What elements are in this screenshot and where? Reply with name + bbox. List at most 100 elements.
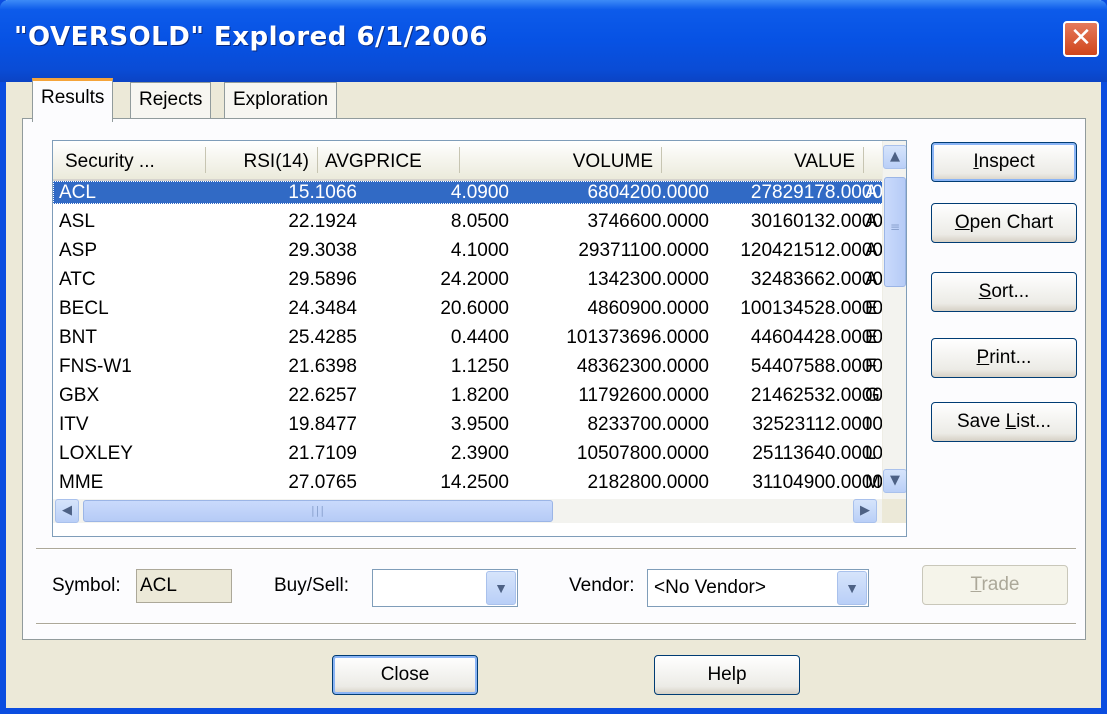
- buysell-dropdown-button[interactable]: ▼: [486, 571, 516, 605]
- table-cell-avgprice: 14.2500: [440, 472, 509, 493]
- table-cell-rsi: 24.3484: [288, 298, 357, 319]
- column-header-security[interactable]: Security ...: [59, 141, 209, 179]
- results-table[interactable]: Security ... RSI(14) AVGPRICE VOLUME VAL…: [52, 140, 907, 537]
- tab-results-label: Results: [41, 87, 105, 108]
- trade-label-post: rade: [981, 574, 1020, 595]
- tab-exploration-label: Exploration: [233, 89, 329, 110]
- horizontal-scrollbar[interactable]: ◀ ||| ▶: [53, 499, 882, 523]
- table-cell-avgprice: 3.9500: [450, 414, 509, 435]
- explore-results-dialog: "OVERSOLD" Explored 6/1/2006 ✕ Results R…: [0, 0, 1107, 714]
- table-row[interactable]: ATC 29.5896 24.2000 1342300.0000 32483662.00…: [53, 268, 888, 291]
- column-header-rsi[interactable]: RSI(14): [209, 141, 315, 179]
- table-cell-value: 32483662.0000: [750, 269, 883, 290]
- column-header-volume[interactable]: VOLUME: [461, 141, 659, 179]
- close-button[interactable]: Close: [332, 655, 478, 695]
- table-cell-security: ACL: [59, 182, 96, 203]
- table-row[interactable]: BECL 24.3484 20.6000 4860900.0000 100134528.…: [53, 297, 888, 320]
- table-cell-avgprice: 4.0900: [450, 182, 509, 203]
- table-cell-rsi: 21.6398: [288, 356, 357, 377]
- tab-rejects[interactable]: Rejects: [130, 82, 212, 120]
- table-row[interactable]: LOXLEY 21.7109 2.3900 10507800.0000 25113640…: [53, 442, 888, 465]
- table-cell-value: 100134528.0000: [740, 298, 883, 319]
- open-chart-accel: O: [954, 212, 970, 233]
- print-accel: P: [976, 347, 990, 368]
- table-row[interactable]: BNT 25.4285 0.4400 101373696.0000 44604428.0…: [53, 326, 888, 349]
- scroll-left-button[interactable]: ◀: [55, 499, 79, 523]
- vendor-dropdown-button[interactable]: ▼: [837, 571, 867, 605]
- table-cell-volume: 48362300.0000: [576, 356, 709, 377]
- window-title: "OVERSOLD" Explored 6/1/2006: [14, 22, 489, 52]
- table-cell-avgprice: 4.1000: [450, 240, 509, 261]
- vendor-select[interactable]: <No Vendor> ▼: [647, 569, 869, 607]
- table-row[interactable]: FNS-W1 21.6398 1.1250 48362300.0000 54407588…: [53, 355, 888, 378]
- vendor-value: <No Vendor>: [654, 577, 766, 598]
- table-cell-security: MME: [59, 472, 104, 493]
- print-label-post: rint...: [989, 347, 1032, 368]
- table-cell-security: LOXLEY: [59, 443, 133, 464]
- title-bar: "OVERSOLD" Explored 6/1/2006 ✕: [0, 0, 1107, 82]
- table-cell-avgprice: 1.8200: [450, 385, 509, 406]
- table-row[interactable]: GBX 22.6257 1.8200 11792600.0000 21462532.00…: [53, 384, 888, 407]
- symbol-field: ACL: [136, 569, 232, 603]
- scroll-up-button[interactable]: ▲: [883, 145, 906, 169]
- table-cell-rsi: 21.7109: [288, 443, 357, 464]
- horizontal-scroll-thumb[interactable]: |||: [83, 500, 553, 522]
- table-cell-value: 21462532.0000: [750, 385, 883, 406]
- table-cell-value: 31104900.0000: [752, 472, 883, 493]
- chevron-down-icon: ▼: [890, 473, 900, 488]
- chevron-down-icon: ▼: [494, 580, 508, 596]
- column-header-value[interactable]: VALUE: [663, 141, 861, 179]
- table-cell-value: 54407588.0000: [750, 356, 883, 377]
- table-cell-avgprice: 24.2000: [440, 269, 509, 290]
- save-list-accel: L: [1005, 411, 1017, 432]
- trade-button[interactable]: Trade: [922, 565, 1068, 605]
- open-chart-button[interactable]: Open Chart: [931, 203, 1077, 243]
- buysell-select[interactable]: ▼: [372, 569, 518, 607]
- table-cell-volume: 29371100.0000: [578, 240, 709, 261]
- table-cell-security: GBX: [59, 385, 100, 406]
- table-cell-security: ASL: [59, 211, 95, 232]
- tab-exploration[interactable]: Exploration: [224, 82, 338, 120]
- vertical-scrollbar[interactable]: ▲ ≡ ▼: [882, 141, 906, 513]
- table-cell-security: BECL: [59, 298, 109, 319]
- sort-button[interactable]: Sort...: [931, 272, 1077, 312]
- scrollbar-corner: [882, 499, 906, 523]
- table-cell-security: ASP: [59, 240, 98, 261]
- column-header-avgprice[interactable]: AVGPRICE: [319, 141, 459, 179]
- help-button[interactable]: Help: [654, 655, 800, 695]
- save-list-button[interactable]: Save List...: [931, 402, 1077, 442]
- table-cell-avgprice: 0.4400: [450, 327, 509, 348]
- table-row[interactable]: ASP 29.3038 4.1000 29371100.0000 120421512.0…: [53, 239, 888, 262]
- table-row[interactable]: ACL 15.1066 4.0900 6804200.0000 27829178.000…: [53, 181, 888, 204]
- scroll-right-button[interactable]: ▶: [853, 499, 877, 523]
- table-cell-rsi: 15.1066: [288, 182, 357, 203]
- table-cell-volume: 11792600.0000: [578, 385, 709, 406]
- tab-results[interactable]: Results: [32, 78, 114, 122]
- inspect-button[interactable]: Inspect: [931, 142, 1077, 182]
- inspect-label-post: nspect: [978, 151, 1035, 172]
- table-row[interactable]: MME 27.0765 14.2500 2182800.0000 31104900.00…: [53, 471, 888, 494]
- table-row[interactable]: ASL 22.1924 8.0500 3746600.0000 30160132.000…: [53, 210, 888, 233]
- separator-top: [36, 548, 1076, 550]
- vertical-scroll-thumb[interactable]: ≡: [884, 177, 906, 287]
- scroll-down-button[interactable]: ▼: [883, 469, 906, 493]
- table-cell-value: 44604428.0000: [750, 327, 883, 348]
- table-row[interactable]: ITV 19.8477 3.9500 8233700.0000 32523112.000…: [53, 413, 888, 436]
- table-cell-avgprice: 20.6000: [440, 298, 509, 319]
- close-window-button[interactable]: ✕: [1063, 21, 1099, 57]
- grip-icon: |||: [310, 504, 326, 517]
- table-cell-value: 30160132.0000: [750, 211, 883, 232]
- table-cell-avgprice: 8.0500: [450, 211, 509, 232]
- table-cell-avgprice: 1.1250: [450, 356, 509, 377]
- table-cell-security: ITV: [59, 414, 89, 435]
- print-button[interactable]: Print...: [931, 338, 1077, 378]
- open-chart-label-post: pen Chart: [969, 212, 1054, 233]
- chevron-left-icon: ◀: [62, 503, 72, 518]
- table-cell-avgprice: 2.3900: [450, 443, 509, 464]
- table-cell-value: 32523112.0000: [752, 414, 883, 435]
- sort-label-post: ort...: [991, 281, 1030, 302]
- table-cell-volume: 10507800.0000: [576, 443, 709, 464]
- sort-accel: S: [978, 281, 992, 302]
- grip-icon: ≡: [890, 220, 901, 234]
- table-cell-rsi: 29.3038: [288, 240, 357, 261]
